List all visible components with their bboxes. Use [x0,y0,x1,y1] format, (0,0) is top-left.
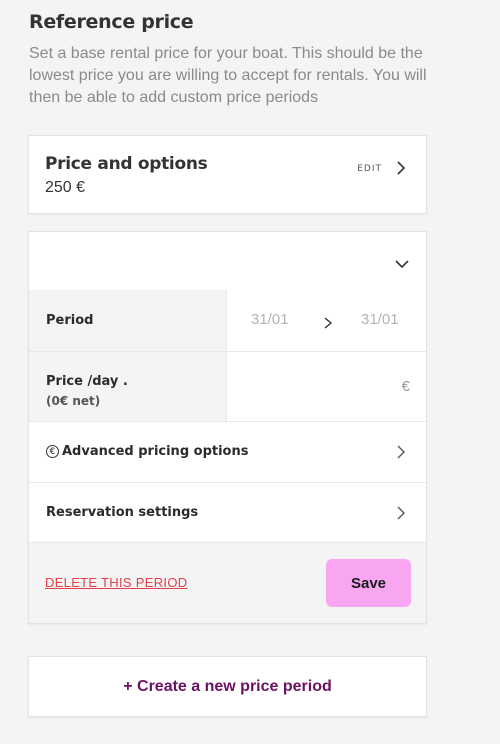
price-card-heading: Price and options [45,154,208,174]
price-period-card: Period 31/01 31/01 Price /day . (0€ net)… [28,231,427,624]
price-label-cell: Price /day . (0€ net) [29,352,227,421]
page-description: Set a base rental price for your boat. T… [29,45,427,106]
advanced-pricing-options-row[interactable]: € Advanced pricing options [29,422,426,483]
save-button[interactable]: Save [326,559,411,607]
currency-symbol: € [401,378,410,395]
period-row: Period 31/01 31/01 [29,290,426,352]
create-price-period-button[interactable]: + Create a new price period [28,656,427,717]
period-label: Period [46,313,94,328]
period-label-cell: Period [29,290,227,351]
euro-circle-icon: € [46,445,59,458]
price-and-options-card[interactable]: Price and options 250 € EDIT [28,135,427,214]
reservation-settings-row[interactable]: Reservation settings [29,483,426,543]
chevron-right-icon [324,317,333,329]
create-price-period-label: + Create a new price period [123,678,332,695]
price-per-day-input[interactable] [235,370,399,404]
period-actions: DELETE THIS PERIOD Save [29,543,426,623]
price-per-day-row: Price /day . (0€ net) € [29,352,426,422]
page-title: Reference price [29,11,194,33]
price-per-day-label: Price /day . [46,374,128,389]
price-net-label: (0€ net) [46,394,101,408]
reference-price-page: Reference price Set a base rental price … [0,0,500,744]
period-dates-cell: 31/01 31/01 [227,290,426,351]
chevron-right-icon [397,445,405,459]
advanced-pricing-options-label: Advanced pricing options [62,444,249,459]
edit-label: EDIT [357,164,382,174]
reservation-settings-label-group: Reservation settings [46,505,198,520]
chevron-down-icon [395,260,409,269]
advanced-pricing-label-group: € Advanced pricing options [46,444,248,459]
edit-price-button[interactable]: EDIT [357,160,408,176]
period-start-date[interactable]: 31/01 [251,311,289,328]
period-collapse-toggle[interactable] [29,232,426,291]
reservation-settings-label: Reservation settings [46,505,199,520]
chevron-right-icon [397,506,405,520]
chevron-right-icon [397,161,406,175]
price-input-cell: € [227,352,426,421]
delete-period-link[interactable]: DELETE THIS PERIOD [45,575,187,590]
price-card-amount: 250 € [45,179,86,196]
period-end-date[interactable]: 31/01 [361,311,399,328]
